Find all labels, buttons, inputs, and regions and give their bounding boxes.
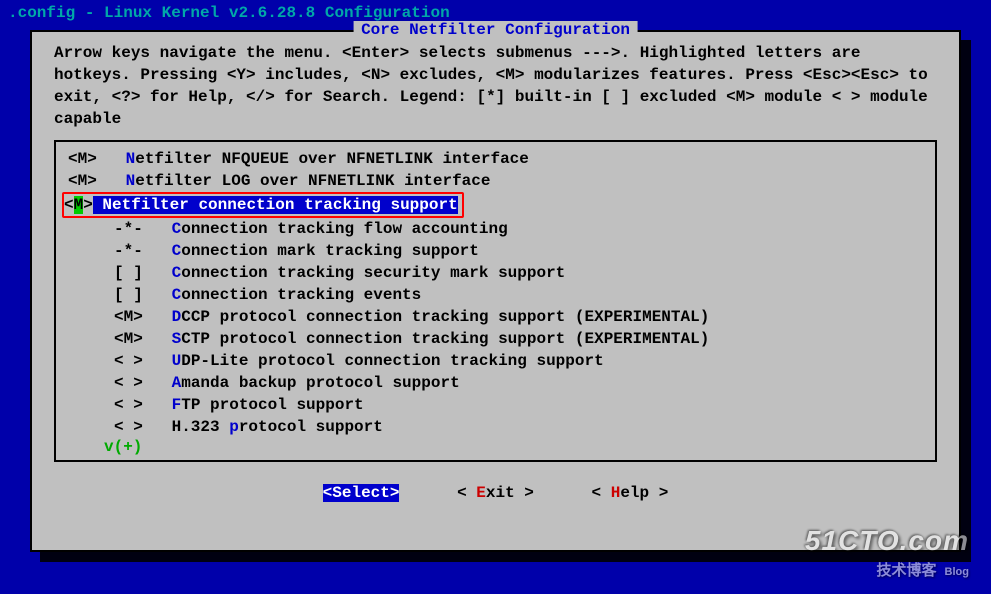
item-mark: <M> — [68, 148, 116, 170]
item-label: UDP-Lite protocol connection tracking su… — [162, 350, 604, 372]
help-button[interactable]: < Help > — [592, 484, 669, 502]
menu-item[interactable]: <M> DCCP protocol connection tracking su… — [68, 306, 923, 328]
menu-item[interactable]: < > UDP-Lite protocol connection trackin… — [68, 350, 923, 372]
item-mark: [ ] — [114, 284, 162, 306]
menu-item[interactable]: < > Amanda backup protocol support — [68, 372, 923, 394]
item-mark: <M> — [64, 196, 93, 214]
menu-item[interactable]: <M> SCTP protocol connection tracking su… — [68, 328, 923, 350]
button-bar: <Select> < Exit > < Help > — [54, 484, 937, 502]
menu-item[interactable]: < > H.323 protocol support — [68, 416, 923, 438]
item-mark: <M> — [114, 328, 162, 350]
menu-item[interactable]: <M> Netfilter connection tracking suppor… — [68, 192, 923, 218]
selection-highlight: <M> Netfilter connection tracking suppor… — [62, 192, 464, 218]
menu-item[interactable]: <M> Netfilter LOG over NFNETLINK interfa… — [68, 170, 923, 192]
item-label: DCCP protocol connection tracking suppor… — [162, 306, 709, 328]
item-label: Connection mark tracking support — [162, 240, 479, 262]
item-mark: < > — [114, 416, 162, 438]
watermark-line2: 技术博客Blog — [805, 559, 969, 580]
menu-item[interactable]: -*- Connection mark tracking support — [68, 240, 923, 262]
exit-button[interactable]: < Exit > — [457, 484, 534, 502]
item-label: Netfilter NFQUEUE over NFNETLINK interfa… — [116, 148, 529, 170]
dialog-frame: Core Netfilter Configuration Arrow keys … — [30, 30, 961, 552]
help-text: Arrow keys navigate the menu. <Enter> se… — [54, 42, 937, 130]
item-mark: <M> — [68, 170, 116, 192]
menu-item[interactable]: [ ] Connection tracking events — [68, 284, 923, 306]
section-title: Core Netfilter Configuration — [353, 21, 638, 39]
item-mark: <M> — [114, 306, 162, 328]
item-mark: < > — [114, 350, 162, 372]
menu-item[interactable]: < > FTP protocol support — [68, 394, 923, 416]
item-label: SCTP protocol connection tracking suppor… — [162, 328, 709, 350]
menu-item[interactable]: <M> Netfilter NFQUEUE over NFNETLINK int… — [68, 148, 923, 170]
item-mark: < > — [114, 372, 162, 394]
item-label: Connection tracking events — [162, 284, 421, 306]
item-mark: < > — [114, 394, 162, 416]
menu-item[interactable]: -*- Connection tracking flow accounting — [68, 218, 923, 240]
item-label: Connection tracking flow accounting — [162, 218, 508, 240]
item-mark: [ ] — [114, 262, 162, 284]
menu-item[interactable]: [ ] Connection tracking security mark su… — [68, 262, 923, 284]
menu-list: <M> Netfilter NFQUEUE over NFNETLINK int… — [54, 140, 937, 462]
item-label: Connection tracking security mark suppor… — [162, 262, 565, 284]
item-label: Netfilter connection tracking support — [93, 196, 458, 214]
item-label: FTP protocol support — [162, 394, 364, 416]
item-label: Amanda backup protocol support — [162, 372, 460, 394]
select-button[interactable]: <Select> — [323, 484, 400, 502]
item-mark: -*- — [114, 240, 162, 262]
more-indicator: v(+) — [104, 438, 923, 456]
item-label: Netfilter LOG over NFNETLINK interface — [116, 170, 490, 192]
item-mark: -*- — [114, 218, 162, 240]
item-label: H.323 protocol support — [162, 416, 383, 438]
